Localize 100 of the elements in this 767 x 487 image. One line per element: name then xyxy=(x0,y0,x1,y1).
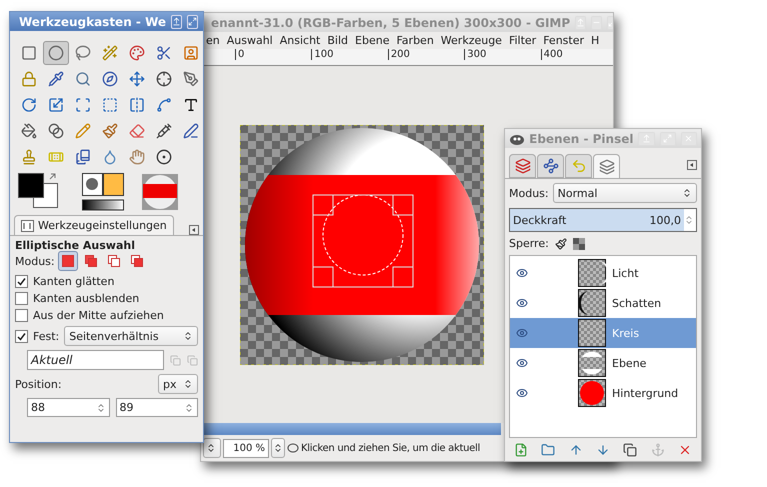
ellipse-icon xyxy=(48,45,64,61)
eye-icon xyxy=(516,267,528,279)
flip-icon xyxy=(129,97,145,113)
window-title: Werkzeugkasten - We xyxy=(19,14,166,28)
image-preview xyxy=(142,174,178,210)
maximize-icon xyxy=(188,17,198,26)
checkbox-label: Kanten ausblenden xyxy=(33,292,140,305)
undo-arrow-icon xyxy=(570,158,586,174)
pencil-icon xyxy=(75,123,91,139)
menu-item[interactable]: Farben xyxy=(395,34,435,47)
menu-item[interactable]: Werkzeuge xyxy=(440,34,503,47)
layer-action-button[interactable] xyxy=(596,443,610,457)
magnifier-icon xyxy=(75,71,91,87)
checkbox[interactable] xyxy=(15,309,28,322)
ratio-field[interactable]: Aktuell xyxy=(27,350,164,370)
raise-button[interactable] xyxy=(171,14,182,28)
spinner-arrows-icon xyxy=(184,402,194,412)
dodge-icon xyxy=(156,149,172,165)
pen-nib-icon xyxy=(183,71,199,87)
mascot-icon xyxy=(509,132,524,144)
pipette-icon xyxy=(48,71,64,87)
gradient-icon xyxy=(48,123,64,139)
ink-pen-icon xyxy=(183,123,199,139)
checkbox[interactable] xyxy=(15,292,28,305)
ruler-label: 300 xyxy=(464,49,537,60)
eye-icon xyxy=(516,327,528,339)
ellipse-icon xyxy=(287,443,299,453)
menu-item[interactable]: Ebene xyxy=(354,34,390,47)
menu-item[interactable]: Filter xyxy=(508,34,538,47)
window-title: Ebenen - Pinsel xyxy=(529,132,634,146)
position-field[interactable]: 88 xyxy=(27,398,110,417)
tab-menu-button[interactable] xyxy=(189,225,199,235)
layers-icon xyxy=(598,158,614,174)
anchor-icon xyxy=(650,443,665,457)
lock-label: Sperre: xyxy=(509,237,549,250)
position-label: Position: xyxy=(15,378,62,390)
spinner-arrows-icon xyxy=(682,188,692,198)
maximize-icon xyxy=(663,134,672,143)
mode-button[interactable] xyxy=(58,251,78,271)
layer-action-button[interactable] xyxy=(623,443,638,457)
dock-tab[interactable] xyxy=(509,154,536,178)
ruler-label: 0 xyxy=(235,49,308,60)
eye-icon xyxy=(516,357,528,369)
up-arrow-icon xyxy=(568,443,583,457)
dock-tab[interactable] xyxy=(593,154,620,178)
spinner-arrows-icon xyxy=(183,331,193,341)
position-field[interactable]: 89 xyxy=(116,398,198,417)
layer-name: Kreis xyxy=(612,326,640,340)
compass-icon xyxy=(102,71,118,87)
finger-icon xyxy=(129,149,145,165)
down-arrow-icon xyxy=(596,443,610,457)
airbrush-icon xyxy=(156,123,172,139)
tab[interactable]: Werkzeugeinstellungen xyxy=(14,215,174,235)
ratio-select[interactable]: Seitenverhältnis xyxy=(64,326,198,346)
menu-item[interactable]: Auswahl xyxy=(226,34,274,47)
checkmark-icon xyxy=(17,277,26,286)
mode-select[interactable]: Normal xyxy=(552,183,697,203)
padlock-icon xyxy=(21,71,37,87)
checkbox[interactable] xyxy=(15,275,28,288)
menu-item[interactable]: en xyxy=(205,34,221,47)
zoom-field[interactable]: 100 % xyxy=(223,438,269,458)
checkbox[interactable] xyxy=(15,330,28,342)
clone-icon xyxy=(75,149,91,165)
ruler-label: 200 xyxy=(388,49,460,60)
brush-pattern-gradient-drawing xyxy=(82,173,124,211)
background-color-swatch[interactable] xyxy=(33,183,58,208)
maximize-button[interactable] xyxy=(187,14,198,28)
layer-action-button[interactable] xyxy=(541,443,556,457)
unit-select[interactable] xyxy=(203,438,221,458)
raise-icon xyxy=(172,17,182,26)
close-icon xyxy=(684,134,694,143)
crosshair-icon xyxy=(156,71,172,87)
move-icon xyxy=(129,71,145,87)
layer-action-button[interactable] xyxy=(568,443,583,457)
zoom-select[interactable] xyxy=(271,438,285,458)
layer-thumbnail xyxy=(578,349,606,377)
checker-icon xyxy=(572,238,585,250)
menu-item[interactable]: Fenster xyxy=(542,34,586,47)
eraser-icon xyxy=(129,123,145,139)
ruler-label: 400 xyxy=(540,49,613,60)
spinner-arrows-icon xyxy=(206,443,216,453)
copy-icon xyxy=(170,354,181,366)
menu-item[interactable]: H xyxy=(590,34,600,47)
checkbox-label: Aus der Mitte aufziehen xyxy=(33,309,164,322)
unit-select[interactable]: px xyxy=(158,374,198,394)
menu-item[interactable]: Ansicht xyxy=(278,34,322,47)
dock-tab[interactable] xyxy=(537,154,564,178)
status-message: Klicken und ziehen Sie, um die aktuell xyxy=(301,442,480,454)
layer-thumbnail xyxy=(578,259,606,287)
new-page-icon xyxy=(514,443,528,457)
ruler-label: 100 xyxy=(311,49,384,60)
person-icon xyxy=(183,45,199,61)
palette-icon xyxy=(129,45,145,61)
spinner-arrows-icon xyxy=(273,443,283,453)
mode-icon xyxy=(108,255,120,267)
foreground-color-swatch[interactable] xyxy=(18,173,44,198)
scissors-icon xyxy=(156,45,172,61)
copy-icon xyxy=(187,354,198,366)
menu-item[interactable]: Bild xyxy=(326,34,350,47)
layer-name: Schatten xyxy=(612,296,662,310)
